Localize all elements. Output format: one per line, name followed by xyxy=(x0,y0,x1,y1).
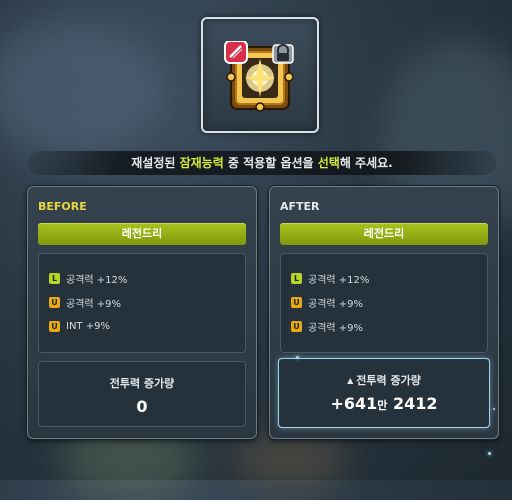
combat-power-value-b: 2412 xyxy=(387,394,438,413)
combat-power-label: 전투력 증가량 xyxy=(109,377,175,390)
panel-title: BEFORE xyxy=(38,200,87,213)
instruction-text: 해 주세요. xyxy=(339,156,393,170)
option-text: INT +9% xyxy=(66,320,110,332)
option-text: 공격력 +12% xyxy=(66,274,128,286)
potential-options-box: L 공격력 +12% U 공격력 +9% U 공격력 +9% xyxy=(280,253,488,353)
combat-power-label-text: 전투력 증가량 xyxy=(356,374,421,387)
potential-option-line: U 공격력 +9% xyxy=(49,294,121,310)
combat-power-box: ▲ 전투력 증가량 +641만 2412 xyxy=(278,358,490,428)
panel-title: AFTER xyxy=(280,200,320,213)
emblem-item-icon xyxy=(224,41,294,112)
red-potential-badge-icon xyxy=(224,41,248,64)
item-slot xyxy=(201,17,319,133)
unique-grade-icon: U xyxy=(49,296,60,308)
unique-grade-icon: U xyxy=(291,296,302,308)
option-text: 공격력 +9% xyxy=(308,322,364,334)
combat-power-unit: 만 xyxy=(377,399,388,412)
option-text: 공격력 +9% xyxy=(66,298,122,310)
sparkle-effect xyxy=(488,452,491,455)
instruction-highlight-potential: 잠재능력 xyxy=(179,156,224,170)
sparkle-effect xyxy=(493,408,495,410)
option-text: 공격력 +9% xyxy=(308,298,364,310)
unique-grade-icon: U xyxy=(291,320,302,332)
instruction-bar: 재설정된 잠재능력 중 적용할 옵션을 선택해 주세요. xyxy=(28,151,496,175)
lock-icon xyxy=(272,44,294,64)
potential-grade-bar: 레전드리 xyxy=(38,223,246,245)
combat-power-label: ▲ 전투력 증가량 xyxy=(279,372,489,388)
combat-power-box: 전투력 증가량 0 xyxy=(38,361,246,427)
combat-power-value-a: +641 xyxy=(330,394,378,413)
instruction-highlight-select: 선택 xyxy=(317,156,340,170)
up-arrow-icon: ▲ xyxy=(347,376,354,385)
after-option-panel[interactable]: AFTER 레전드리 L 공격력 +12% U 공격력 +9% U 공격력 +9… xyxy=(269,186,499,439)
instruction-text: 중 적용할 옵션을 xyxy=(223,156,318,170)
sparkle-effect xyxy=(296,356,299,359)
potential-options-box: L 공격력 +12% U 공격력 +9% U INT +9% xyxy=(38,253,246,353)
potential-option-line: U INT +9% xyxy=(49,318,110,334)
potential-option-line: U 공격력 +9% xyxy=(291,318,363,334)
combat-power-value: +641만 2412 xyxy=(279,394,489,413)
legendary-grade-icon: L xyxy=(49,272,60,284)
potential-option-line: L 공격력 +12% xyxy=(291,270,369,286)
combat-power-value: 0 xyxy=(136,397,148,416)
before-option-panel[interactable]: BEFORE 레전드리 L 공격력 +12% U 공격력 +9% U INT +… xyxy=(27,186,257,439)
unique-grade-icon: U xyxy=(49,320,60,332)
option-text: 공격력 +12% xyxy=(308,274,370,286)
potential-option-line: L 공격력 +12% xyxy=(49,270,127,286)
potential-grade-bar: 레전드리 xyxy=(280,223,488,245)
potential-option-line: U 공격력 +9% xyxy=(291,294,363,310)
instruction-text: 재설정된 xyxy=(131,156,180,170)
legendary-grade-icon: L xyxy=(291,272,302,284)
